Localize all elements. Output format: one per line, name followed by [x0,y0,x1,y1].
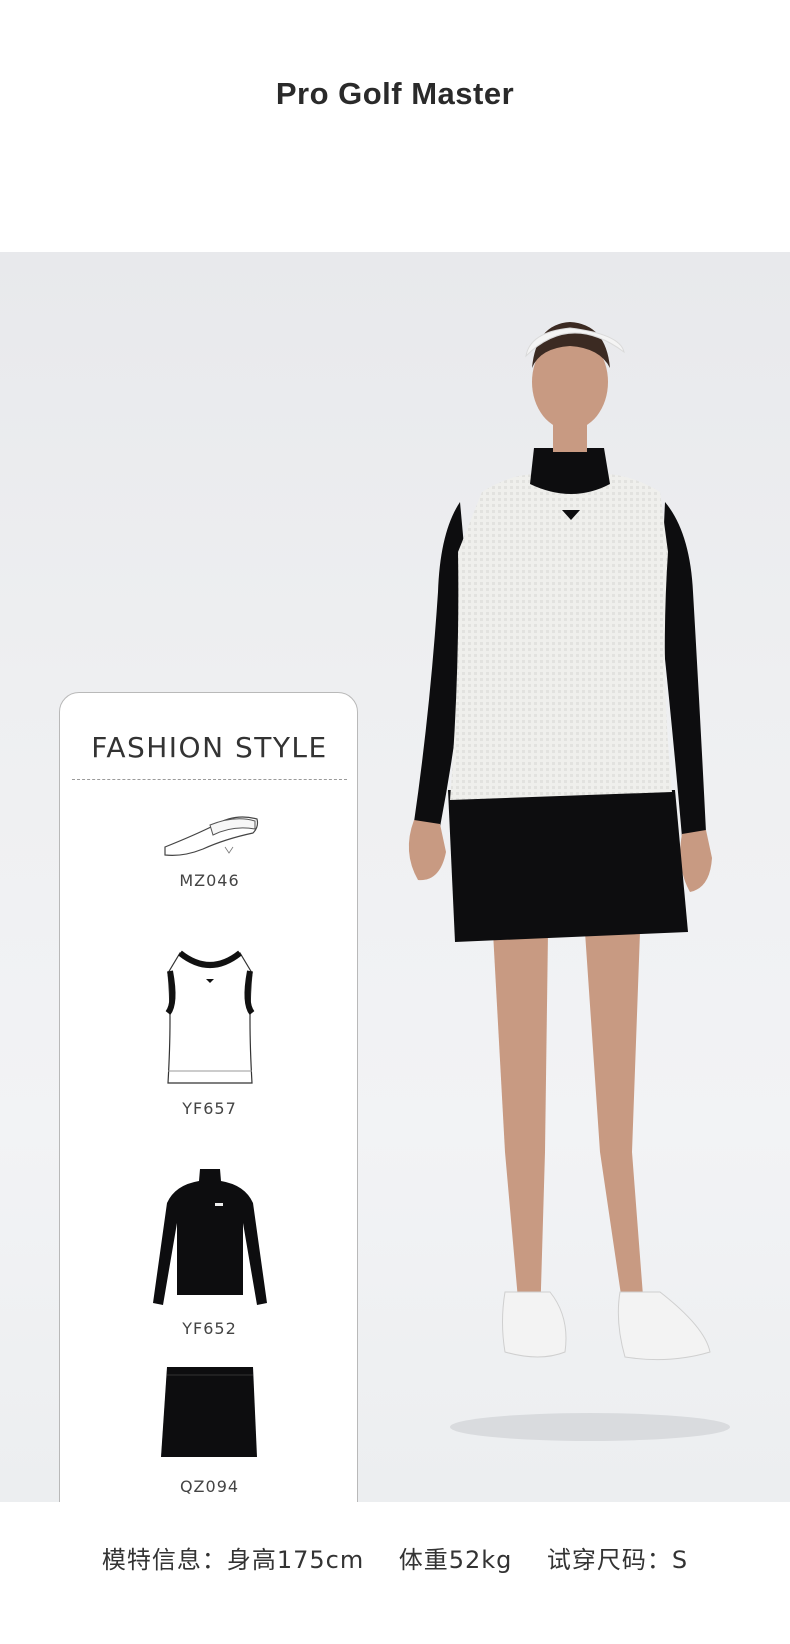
item-code: QZ094 [179,1477,240,1496]
item-code: YF657 [182,1099,237,1118]
model-info-footer: 模特信息：身高175cm 体重52kg 试穿尺码：S [0,1502,790,1644]
model-info-text: 模特信息：身高175cm 体重52kg 试穿尺码：S [101,1546,689,1574]
skirt-icon [160,1367,257,1457]
fashion-style-card: FASHION STYLE MZ046 YF657 YF652 QZ094 [59,692,358,1502]
style-item-vest[interactable]: YF657 [60,943,359,1118]
dashed-divider [72,779,347,780]
brand-title: Pro Golf Master [275,76,515,111]
vest-icon [164,950,255,1084]
page-header: Pro Golf Master [0,0,790,252]
item-code: YF652 [182,1319,237,1338]
card-title: FASHION STYLE [91,731,328,764]
model-photo: FASHION STYLE MZ046 YF657 YF652 QZ094 [0,252,790,1502]
visor-icon [163,816,258,856]
style-item-turtleneck[interactable]: YF652 [60,1163,359,1338]
style-item-visor[interactable]: MZ046 [60,805,359,890]
turtleneck-icon [152,1169,267,1305]
item-code: MZ046 [179,871,240,890]
style-item-skirt[interactable]: QZ094 [60,1361,359,1496]
